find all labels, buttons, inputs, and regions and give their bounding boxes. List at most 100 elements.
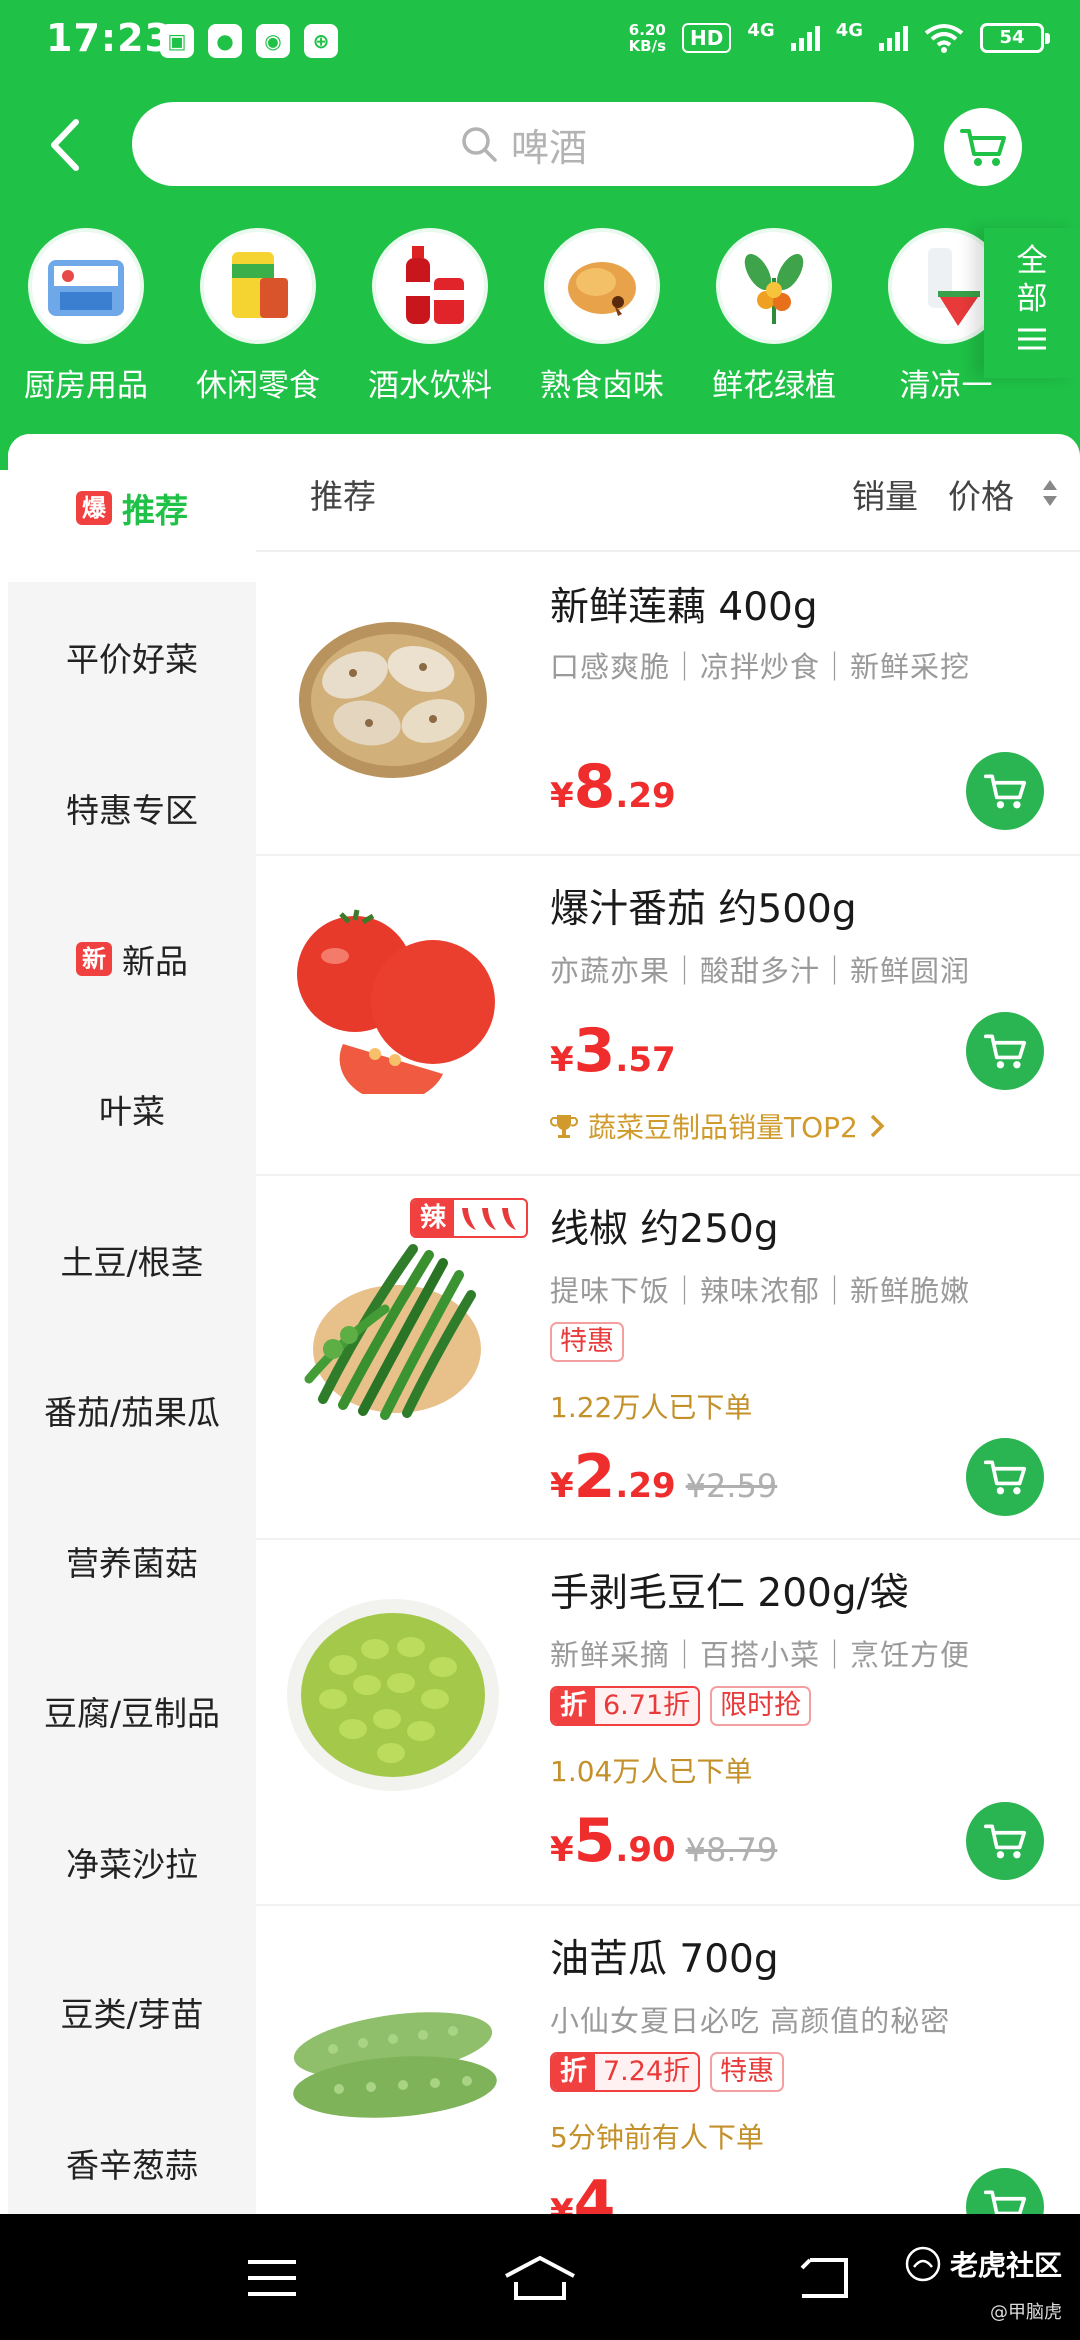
all-categories-button[interactable]: 全 部 — [984, 228, 1080, 378]
sidebar-item-roots[interactable]: 土豆/根茎 — [8, 1185, 256, 1335]
sidebar-item-salad[interactable]: 净菜沙拉 — [8, 1787, 256, 1937]
hd-icon: HD — [682, 23, 732, 53]
product-image-lotus — [280, 582, 506, 808]
status-bar: 17:23 ▣ ● ◉ ⊕ 6.20 KB/s HD 4G 4G 54 — [0, 0, 1080, 84]
product-price: ¥5.90 ¥8.79 — [550, 1806, 777, 1876]
cart-icon — [960, 129, 1006, 166]
category-item-flowers[interactable]: 鲜花绿植 — [688, 228, 860, 405]
home-button[interactable] — [500, 2248, 580, 2308]
product-desc: 口感爽脆｜凉拌炒食｜新鲜采挖 — [550, 650, 971, 684]
add-to-cart-button[interactable] — [966, 1438, 1044, 1516]
menu-list-icon — [1018, 328, 1046, 350]
product-price: ¥8.29 — [550, 752, 676, 822]
category-image-snacks — [200, 228, 316, 344]
spicy-label: 辣 — [412, 1200, 454, 1236]
sidebar-item-tomato-squash[interactable]: 番茄/茄果瓜 — [8, 1335, 256, 1485]
product-card[interactable]: 新鲜莲藕 400g 口感爽脆｜凉拌炒食｜新鲜采挖 ¥8.29 — [256, 552, 1080, 856]
category-item-drinks[interactable]: 酒水饮料 — [344, 228, 516, 405]
category-item-deli[interactable]: 熟食卤味 — [516, 228, 688, 405]
product-price: ¥3.57 — [550, 1016, 676, 1086]
product-name: 爆汁番茄 约500g — [550, 887, 857, 932]
menu-icon — [248, 2260, 296, 2296]
category-item-snacks[interactable]: 休闲零食 — [172, 228, 344, 405]
product-price: ¥2.29 ¥2.59 — [550, 1442, 777, 1512]
category-item-kitchen[interactable]: 厨房用品 — [0, 228, 172, 405]
price-currency: ¥ — [550, 1466, 574, 1506]
product-desc: 新鲜采摘｜百搭小菜｜烹饪方便 — [550, 1638, 971, 1672]
wechat-notification-icon: ● — [208, 24, 242, 58]
sidebar-item-label: 净菜沙拉 — [66, 1845, 198, 1884]
add-to-cart-button[interactable] — [966, 1012, 1044, 1090]
category-label: 厨房用品 — [24, 368, 148, 404]
price-integer: 5 — [573, 1806, 616, 1876]
cart-icon — [983, 1824, 1027, 1859]
chat-notification-icon: ◉ — [256, 24, 290, 58]
product-name: 新鲜莲藕 400g — [550, 585, 818, 630]
signal-icon — [790, 25, 820, 51]
cart-button[interactable] — [944, 108, 1022, 186]
status-time: 17:23 — [46, 16, 172, 60]
cart-icon — [983, 1034, 1027, 1069]
back-arrow-icon — [800, 2258, 848, 2298]
search-icon — [462, 127, 497, 162]
app-header: 17:23 ▣ ● ◉ ⊕ 6.20 KB/s HD 4G 4G 54 啤酒 厨… — [0, 0, 1080, 470]
back-button[interactable] — [30, 110, 100, 180]
back-nav-button[interactable] — [784, 2248, 864, 2308]
add-to-cart-button[interactable] — [966, 752, 1044, 830]
discount-tag: 折 7.24折 — [550, 2052, 701, 2092]
product-tags: 折 6.71折 限时抢 — [550, 1686, 812, 1726]
sidebar-item-beans-sprouts[interactable]: 豆类/芽苗 — [8, 1937, 256, 2087]
watermark-title: 老虎社区 — [949, 2249, 1062, 2282]
special-offer-tag: 特惠 — [710, 2052, 785, 2092]
spicy-badge: 辣 — [410, 1198, 528, 1238]
discount-tag: 折 6.71折 — [550, 1686, 701, 1726]
recent-apps-button[interactable] — [232, 2248, 312, 2308]
tiger-logo-icon — [905, 2246, 941, 2282]
price-decimal: .29 — [615, 1466, 676, 1506]
original-price: ¥8.79 — [685, 1831, 778, 1869]
product-card[interactable]: 油苦瓜 700g 小仙女夏日必吃 高颜值的秘密 折 7.24折 特惠 5分钟前有… — [256, 1906, 1080, 2214]
sidebar-item-recommend[interactable]: 爆 推荐 — [8, 434, 256, 582]
orders-count: 1.04万人已下单 — [550, 1755, 753, 1788]
discount-value: 6.71折 — [595, 1688, 699, 1724]
product-card[interactable]: 爆汁番茄 约500g 亦蔬亦果｜酸甜多汁｜新鲜圆润 ¥3.57 蔬菜豆制品销量T… — [256, 856, 1080, 1176]
add-to-cart-button[interactable] — [966, 2168, 1044, 2214]
sidebar-item-leafy[interactable]: 叶菜 — [8, 1034, 256, 1184]
category-label: 酒水饮料 — [368, 368, 492, 404]
price-currency: ¥ — [550, 2192, 574, 2214]
wifi-icon — [924, 24, 964, 53]
orders-count: 5分钟前有人下单 — [550, 2121, 764, 2154]
product-name: 线椒 约250g — [550, 1207, 779, 1252]
hot-badge: 爆 — [76, 491, 112, 525]
sidebar-item-label: 土豆/根茎 — [60, 1243, 204, 1282]
sort-recommend-tab[interactable]: 推荐 — [310, 470, 376, 518]
add-to-cart-button[interactable] — [966, 1802, 1044, 1880]
sidebar-item-mushrooms[interactable]: 营养菌菇 — [8, 1486, 256, 1636]
category-image-flowers — [716, 228, 832, 344]
sort-sales-tab[interactable]: 销量 — [852, 470, 918, 518]
sidebar-item-aromatics[interactable]: 香辛葱蒜 — [8, 2088, 256, 2214]
all-categories-label-2: 部 — [1016, 281, 1048, 317]
app-notification-icon: ⊕ — [304, 24, 338, 58]
sidebar-item-deals[interactable]: 特惠专区 — [8, 733, 256, 883]
category-sidebar: 平价好菜 特惠专区 新新品 叶菜 土豆/根茎 番茄/茄果瓜 营养菌菇 豆腐/豆制… — [8, 582, 256, 2214]
sidebar-item-label: 特惠专区 — [66, 791, 198, 830]
cart-icon — [983, 774, 1027, 809]
category-image-drinks — [372, 228, 488, 344]
category-label: 熟食卤味 — [540, 368, 664, 404]
sidebar-item-label: 推荐 — [122, 491, 188, 530]
sidebar-item-tofu[interactable]: 豆腐/豆制品 — [8, 1636, 256, 1786]
price-currency: ¥ — [550, 1040, 574, 1080]
sidebar-item-label: 香辛葱蒜 — [66, 2146, 198, 2185]
watermark-author: @甲脑虎 — [990, 2302, 1062, 2323]
sales-rank-link[interactable]: 蔬菜豆制品销量TOP2 — [550, 1106, 886, 1146]
product-card[interactable]: 手剥毛豆仁 200g/袋 新鲜采摘｜百搭小菜｜烹饪方便 折 6.71折 限时抢 … — [256, 1540, 1080, 1906]
sidebar-item-label: 新品 — [122, 942, 188, 981]
sort-bar: 推荐 销量 价格 — [256, 434, 1080, 552]
sidebar-item-budget[interactable]: 平价好菜 — [8, 582, 256, 732]
product-card[interactable]: 辣 线椒 约250g 提味下饭｜辣味浓郁｜新鲜脆嫩 特惠 1.22万人已下单 ¥… — [256, 1176, 1080, 1540]
sort-price-tab[interactable]: 价格 — [948, 470, 1014, 518]
watermark: 老虎社区 — [904, 2244, 1062, 2284]
search-input[interactable]: 啤酒 — [132, 102, 914, 186]
sidebar-item-new[interactable]: 新新品 — [8, 884, 256, 1034]
